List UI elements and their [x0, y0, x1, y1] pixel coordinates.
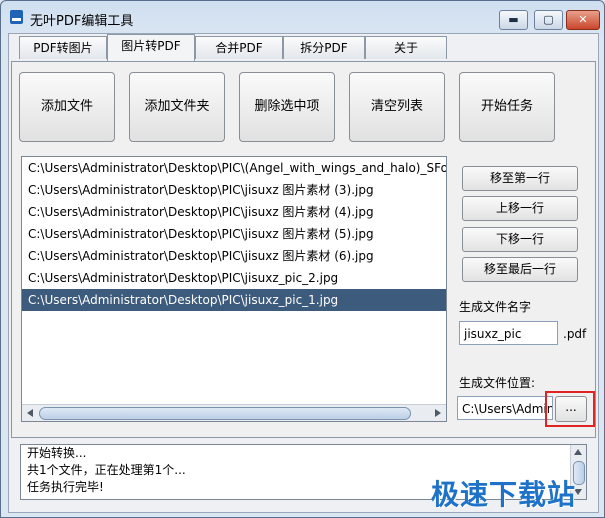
- output-name-label: 生成文件名字: [459, 300, 532, 314]
- add-file-button[interactable]: 添加文件: [19, 72, 115, 142]
- watermark-logo: 极速下载站: [431, 478, 577, 511]
- minimize-button[interactable]: ▬: [499, 10, 528, 30]
- move-down-button[interactable]: 下移一行: [462, 227, 578, 252]
- add-folder-button[interactable]: 添加文件夹: [129, 72, 225, 142]
- file-list-item[interactable]: C:\Users\Administrator\Desktop\PIC\jisux…: [22, 245, 446, 267]
- scroll-up-icon[interactable]: [574, 449, 582, 455]
- file-list-item[interactable]: C:\Users\Administrator\Desktop\PIC\jisux…: [22, 267, 446, 289]
- tab-about[interactable]: 关于: [365, 36, 447, 59]
- move-last-button[interactable]: 移至最后一行: [462, 257, 578, 282]
- image-to-pdf-panel: 添加文件 添加文件夹 删除选中项 清空列表 开始任务 C:\Users\Admi…: [11, 61, 596, 438]
- file-list-item[interactable]: C:\Users\Administrator\Desktop\PIC\jisux…: [22, 201, 446, 223]
- close-button[interactable]: ✕: [566, 10, 600, 30]
- tab-pdf-to-image[interactable]: PDF转图片: [19, 36, 107, 59]
- scroll-right-icon[interactable]: [435, 409, 441, 417]
- tab-split-pdf[interactable]: 拆分PDF: [283, 36, 365, 59]
- output-location-label: 生成文件位置:: [459, 376, 536, 390]
- app-window: 无叶PDF编辑工具 ▬ ▢ ✕ PDF转图片 图片转PDF 合并PDF 拆分PD…: [0, 0, 605, 518]
- pdf-app-icon: [10, 10, 23, 24]
- file-list-item[interactable]: C:\Users\Administrator\Desktop\PIC\jisux…: [22, 289, 446, 311]
- scroll-thumb[interactable]: [39, 407, 411, 420]
- tab-image-to-pdf[interactable]: 图片转PDF: [107, 34, 195, 61]
- file-list-item[interactable]: C:\Users\Administrator\Desktop\PIC\(Ange…: [22, 157, 446, 179]
- start-task-button[interactable]: 开始任务: [459, 72, 555, 142]
- output-location-input[interactable]: C:\Users\Admini: [457, 396, 553, 420]
- highlight-box: [545, 391, 595, 427]
- scroll-left-icon[interactable]: [27, 409, 33, 417]
- tab-merge-pdf[interactable]: 合并PDF: [195, 36, 283, 59]
- client-area: PDF转图片 图片转PDF 合并PDF 拆分PDF 关于 添加文件 添加文件夹 …: [8, 33, 599, 513]
- horizontal-scrollbar[interactable]: [22, 404, 446, 421]
- output-name-input[interactable]: jisuxz_pic: [459, 321, 558, 345]
- file-list-item[interactable]: C:\Users\Administrator\Desktop\PIC\jisux…: [22, 223, 446, 245]
- maximize-button[interactable]: ▢: [534, 10, 563, 30]
- file-list-item[interactable]: C:\Users\Administrator\Desktop\PIC\jisux…: [22, 179, 446, 201]
- title-bar: 无叶PDF编辑工具 ▬ ▢ ✕: [1, 1, 604, 31]
- window-title: 无叶PDF编辑工具: [30, 14, 134, 29]
- move-up-button[interactable]: 上移一行: [462, 196, 578, 221]
- pdf-suffix-label: .pdf: [563, 327, 587, 341]
- move-first-button[interactable]: 移至第一行: [462, 166, 578, 191]
- log-line: 开始转换...: [27, 446, 87, 460]
- clear-list-button[interactable]: 清空列表: [349, 72, 445, 142]
- file-list[interactable]: C:\Users\Administrator\Desktop\PIC\(Ange…: [21, 156, 447, 422]
- delete-selected-button[interactable]: 删除选中项: [239, 72, 335, 142]
